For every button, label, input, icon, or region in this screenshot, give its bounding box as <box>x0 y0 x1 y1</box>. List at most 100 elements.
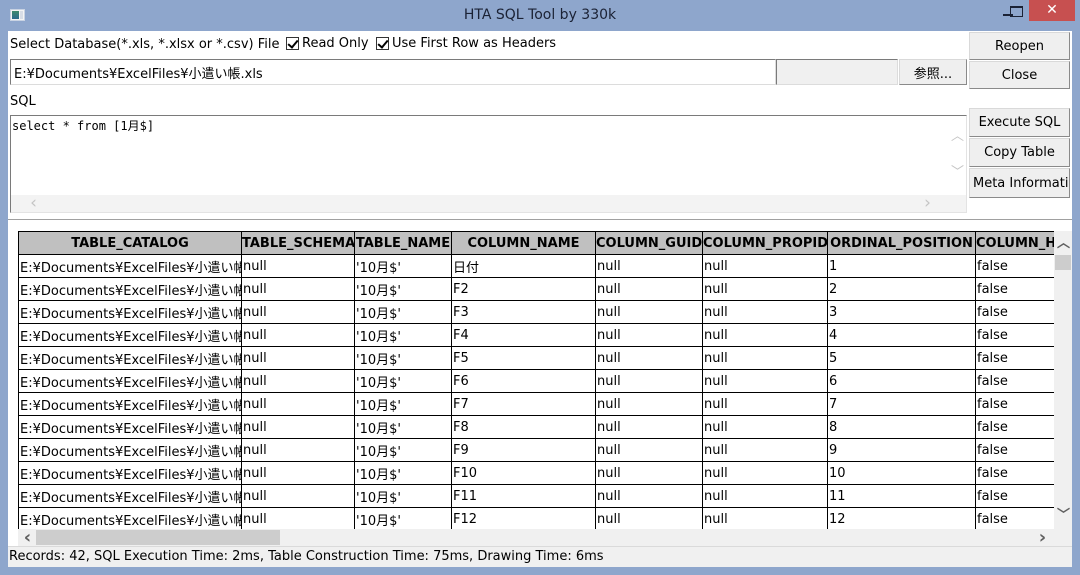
table-cell[interactable]: '10月$' <box>354 254 452 278</box>
table-cell[interactable]: false <box>975 254 1054 278</box>
table-cell[interactable]: null <box>702 392 828 416</box>
table-cell[interactable]: null <box>595 254 703 278</box>
table-cell[interactable]: false <box>975 484 1054 508</box>
table-cell[interactable]: null <box>595 300 703 324</box>
table-cell[interactable]: '10月$' <box>354 323 452 347</box>
column-header[interactable]: COLUMN_H <box>975 231 1054 255</box>
table-cell[interactable]: F9 <box>451 438 596 462</box>
table-cell[interactable]: 5 <box>827 346 976 370</box>
table-cell[interactable]: F12 <box>451 507 596 529</box>
sql-query-text[interactable]: select * from [1月$] <box>12 117 154 134</box>
table-row[interactable]: E:¥Documents¥ExcelFiles¥小遣い帳 null '10月$' F3… <box>18 300 1054 324</box>
table-cell[interactable]: 3 <box>827 300 976 324</box>
table-cell[interactable]: false <box>975 346 1054 370</box>
column-header[interactable]: COLUMN_PROPID <box>702 231 828 255</box>
table-cell[interactable]: F11 <box>451 484 596 508</box>
table-cell[interactable]: null <box>702 415 828 439</box>
scroll-left-icon[interactable]: ‹ <box>19 529 36 547</box>
table-horizontal-scrollbar[interactable]: ‹ › <box>18 529 1054 547</box>
table-cell[interactable]: E:¥Documents¥ExcelFiles¥小遣い帳 <box>18 369 242 393</box>
table-cell[interactable]: '10月$' <box>354 392 452 416</box>
table-cell[interactable]: null <box>702 254 828 278</box>
table-cell[interactable]: null <box>241 369 355 393</box>
table-cell[interactable]: 6 <box>827 369 976 393</box>
vertical-scroll-thumb[interactable] <box>1055 255 1071 270</box>
table-cell[interactable]: null <box>241 392 355 416</box>
column-header[interactable]: TABLE_CATALOG <box>18 231 242 255</box>
table-cell[interactable]: null <box>595 346 703 370</box>
table-cell[interactable]: null <box>241 277 355 301</box>
file-picker-field[interactable] <box>776 59 898 85</box>
table-cell[interactable]: null <box>595 461 703 485</box>
browse-button[interactable]: 参照... <box>899 59 967 85</box>
table-cell[interactable]: null <box>702 369 828 393</box>
table-cell[interactable]: null <box>595 415 703 439</box>
table-cell[interactable]: null <box>702 484 828 508</box>
table-cell[interactable]: false <box>975 369 1054 393</box>
table-cell[interactable]: F3 <box>451 300 596 324</box>
table-cell[interactable]: null <box>595 507 703 529</box>
table-cell[interactable]: F4 <box>451 323 596 347</box>
table-cell[interactable]: '10月$' <box>354 415 452 439</box>
table-cell[interactable]: F8 <box>451 415 596 439</box>
table-cell[interactable]: '10月$' <box>354 438 452 462</box>
table-row[interactable]: E:¥Documents¥ExcelFiles¥小遣い帳 null '10月$' F2… <box>18 277 1054 301</box>
table-cell[interactable]: false <box>975 323 1054 347</box>
table-row[interactable]: E:¥Documents¥ExcelFiles¥小遣い帳 null '10月$' F1… <box>18 484 1054 508</box>
table-cell[interactable]: 日付 <box>451 254 596 278</box>
table-cell[interactable]: E:¥Documents¥ExcelFiles¥小遣い帳 <box>18 484 242 508</box>
scroll-down-icon[interactable]: ﹀ <box>949 164 966 181</box>
meta-information-button[interactable]: Meta Informatio <box>969 168 1070 198</box>
column-header[interactable]: ORDINAL_POSITION <box>827 231 976 255</box>
scroll-right-icon[interactable]: › <box>919 195 936 212</box>
table-cell[interactable]: null <box>241 415 355 439</box>
table-cell[interactable]: F5 <box>451 346 596 370</box>
table-cell[interactable]: 4 <box>827 323 976 347</box>
table-cell[interactable]: null <box>241 507 355 529</box>
table-cell[interactable]: false <box>975 507 1054 529</box>
table-cell[interactable]: null <box>702 323 828 347</box>
column-header[interactable]: COLUMN_NAME <box>451 231 596 255</box>
table-cell[interactable]: E:¥Documents¥ExcelFiles¥小遣い帳 <box>18 346 242 370</box>
title-bar[interactable]: HTA SQL Tool by 330k ✕ <box>0 0 1080 31</box>
table-cell[interactable]: null <box>595 323 703 347</box>
table-cell[interactable]: null <box>702 438 828 462</box>
column-header[interactable]: TABLE_SCHEMA <box>241 231 355 255</box>
table-row[interactable]: E:¥Documents¥ExcelFiles¥小遣い帳 null '10月$' F1… <box>18 461 1054 485</box>
table-row[interactable]: E:¥Documents¥ExcelFiles¥小遣い帳 null '10月$' F6… <box>18 369 1054 393</box>
close-window-button[interactable]: ✕ <box>1029 0 1075 21</box>
horizontal-scroll-thumb[interactable] <box>36 530 280 545</box>
scroll-up-icon[interactable]: ︿ <box>949 128 966 145</box>
table-cell[interactable]: E:¥Documents¥ExcelFiles¥小遣い帳 <box>18 277 242 301</box>
sql-editor[interactable]: select * from [1月$] ︿ ﹀ ‹ › <box>10 115 967 213</box>
column-header[interactable]: TABLE_NAME <box>354 231 452 255</box>
table-cell[interactable]: null <box>702 300 828 324</box>
table-cell[interactable]: null <box>595 369 703 393</box>
reopen-button[interactable]: Reopen <box>969 32 1070 60</box>
maximize-button[interactable] <box>1004 0 1028 21</box>
table-cell[interactable]: F2 <box>451 277 596 301</box>
table-cell[interactable]: E:¥Documents¥ExcelFiles¥小遣い帳 <box>18 415 242 439</box>
table-cell[interactable]: null <box>241 346 355 370</box>
table-row[interactable]: E:¥Documents¥ExcelFiles¥小遣い帳 null '10月$' F8… <box>18 415 1054 439</box>
scroll-up-icon[interactable]: ︿ <box>1055 235 1072 252</box>
table-cell[interactable]: '10月$' <box>354 507 452 529</box>
table-cell[interactable]: null <box>241 461 355 485</box>
scroll-left-icon[interactable]: ‹ <box>25 195 42 212</box>
table-row[interactable]: E:¥Documents¥ExcelFiles¥小遣い帳 null '10月$' 日付… <box>18 254 1054 278</box>
table-cell[interactable]: false <box>975 300 1054 324</box>
file-path-input[interactable] <box>10 59 776 85</box>
table-cell[interactable]: '10月$' <box>354 369 452 393</box>
table-cell[interactable]: false <box>975 392 1054 416</box>
table-cell[interactable]: '10月$' <box>354 346 452 370</box>
table-cell[interactable]: '10月$' <box>354 484 452 508</box>
table-cell[interactable]: null <box>241 438 355 462</box>
table-cell[interactable]: null <box>702 346 828 370</box>
table-cell[interactable]: 8 <box>827 415 976 439</box>
table-cell[interactable]: '10月$' <box>354 277 452 301</box>
table-cell[interactable]: 12 <box>827 507 976 529</box>
table-cell[interactable]: E:¥Documents¥ExcelFiles¥小遣い帳 <box>18 438 242 462</box>
table-row[interactable]: E:¥Documents¥ExcelFiles¥小遣い帳 null '10月$' F4… <box>18 323 1054 347</box>
table-cell[interactable]: '10月$' <box>354 300 452 324</box>
table-cell[interactable]: F7 <box>451 392 596 416</box>
